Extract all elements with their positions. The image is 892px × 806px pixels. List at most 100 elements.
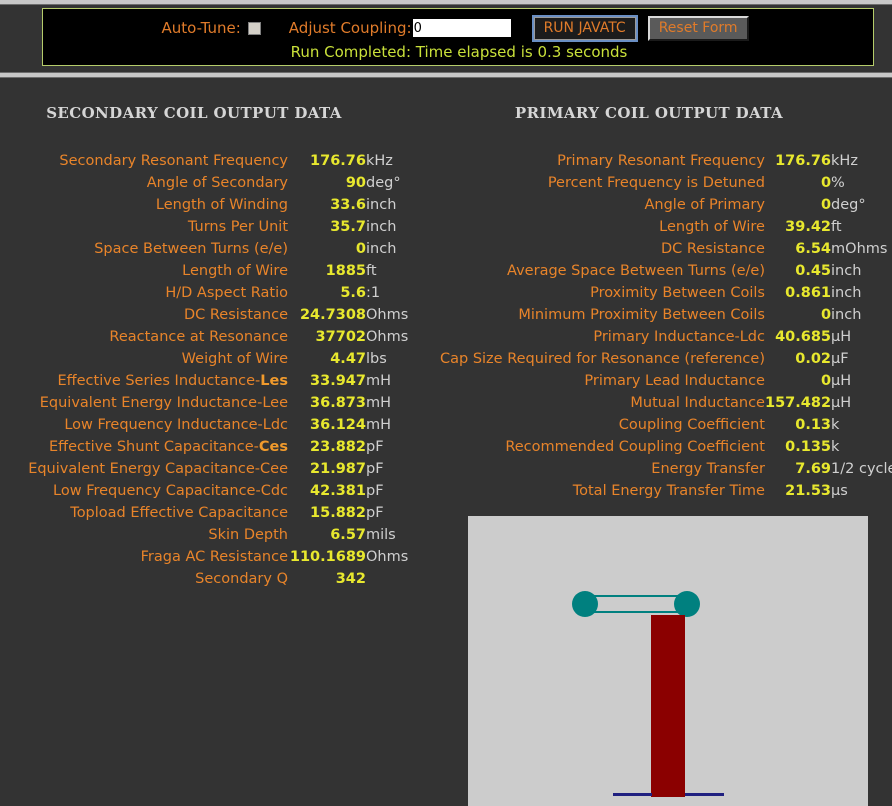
data-row: Length of Winding 33.6 inch bbox=[0, 194, 440, 216]
auto-tune-label: Auto-Tune: bbox=[161, 19, 241, 37]
row-unit: lbs bbox=[366, 351, 387, 367]
row-value: 0.13 bbox=[795, 417, 832, 433]
primary-section-title: PRIMARY COIL OUTPUT DATA bbox=[514, 104, 784, 122]
row-value: 0.45 bbox=[795, 263, 832, 279]
row-label: Topload Effective Capacitance bbox=[70, 505, 288, 521]
data-row: Turns Per Unit 35.7 inch bbox=[0, 216, 440, 238]
toolbar-controls-row: Auto-Tune: Adjust Coupling: RUN JAVATC R… bbox=[43, 14, 875, 42]
control-toolbar: Auto-Tune: Adjust Coupling: RUN JAVATC R… bbox=[42, 8, 874, 66]
row-unit: mOhms bbox=[831, 241, 888, 257]
run-javatc-button[interactable]: RUN JAVATC bbox=[531, 14, 638, 42]
row-label: Secondary Q bbox=[195, 571, 288, 587]
row-value: 176.76 bbox=[775, 153, 832, 169]
row-label: Total Energy Transfer Time bbox=[572, 483, 765, 499]
reset-form-button[interactable]: Reset Form bbox=[647, 15, 749, 41]
data-row: DC Resistance 6.54 mOhms bbox=[440, 238, 892, 260]
row-label: DC Resistance bbox=[660, 241, 765, 257]
row-value: 0 bbox=[355, 241, 366, 257]
data-row: Fraga AC Resistance 110.1689 Ohms bbox=[0, 546, 440, 568]
row-value: 42.381 bbox=[310, 483, 366, 499]
adjust-coupling-label: Adjust Coupling: bbox=[288, 19, 412, 37]
data-row: H/D Aspect Ratio 5.6:1 bbox=[0, 282, 440, 304]
row-label: Mutual Inductance bbox=[630, 395, 765, 411]
data-row: Primary Resonant Frequency 176.76 kHz bbox=[440, 150, 892, 172]
row-label: Length of Winding bbox=[155, 197, 288, 213]
row-unit: µH bbox=[831, 373, 852, 389]
data-row: Angle of Secondary 90 deg° bbox=[0, 172, 440, 194]
secondary-coil-shape bbox=[651, 615, 685, 797]
toolbar-status-row: Run Completed: Time elapsed is 0.3 secon… bbox=[43, 42, 875, 61]
secondary-data-table: Secondary Resonant Frequency 176.76 kHz Ang… bbox=[0, 150, 440, 590]
row-value: 33.6 bbox=[330, 197, 366, 213]
row-unit: pF bbox=[366, 439, 384, 455]
row-value: 35.7 bbox=[330, 219, 366, 235]
data-row: Low Frequency Capacitance-Cdc 42.381 pF bbox=[0, 480, 440, 502]
row-value: 6.54 bbox=[795, 241, 832, 257]
row-unit: 1/2 cycle bbox=[831, 461, 892, 477]
row-label: Effective Shunt Capacitance-Ces bbox=[48, 439, 288, 455]
topload-toroid-left-cap bbox=[572, 591, 598, 617]
data-row: Percent Frequency is Detuned 0% bbox=[440, 172, 892, 194]
row-unit: Ohms bbox=[366, 307, 409, 323]
row-value: 21.53 bbox=[785, 483, 832, 499]
data-row: DC Resistance 24.7308 Ohms bbox=[0, 304, 440, 326]
data-row: Space Between Turns (e/e) 0 inch bbox=[0, 238, 440, 260]
row-label: Minimum Proximity Between Coils bbox=[518, 307, 765, 323]
row-unit: µH bbox=[831, 329, 852, 345]
row-label: Length of Wire bbox=[659, 219, 765, 235]
row-unit: pF bbox=[366, 461, 384, 477]
row-label: Equivalent Energy Inductance-Lee bbox=[39, 395, 288, 411]
row-value: 33.947 bbox=[310, 373, 366, 389]
data-row: Skin Depth 6.57 mils bbox=[0, 524, 440, 546]
data-row: Proximity Between Coils 0.861 inch bbox=[440, 282, 892, 304]
data-row: Secondary Resonant Frequency 176.76 kHz bbox=[0, 150, 440, 172]
row-label: Equivalent Energy Capacitance-Cee bbox=[28, 461, 288, 477]
data-row: Equivalent Energy Inductance-Lee 36.873 mH bbox=[0, 392, 440, 414]
data-row: Length of Wire 1885 ft bbox=[0, 260, 440, 282]
row-unit: k bbox=[831, 439, 840, 455]
row-unit: Ohms bbox=[366, 549, 409, 565]
row-unit: µs bbox=[831, 483, 848, 499]
row-unit: :1 bbox=[366, 285, 381, 301]
row-value: 5.6 bbox=[340, 285, 366, 301]
row-unit: mils bbox=[366, 527, 396, 543]
row-value: 7.69 bbox=[795, 461, 832, 477]
row-unit: mH bbox=[366, 373, 392, 389]
row-unit: µH bbox=[831, 395, 852, 411]
row-unit: pF bbox=[366, 505, 384, 521]
data-row: Low Frequency Inductance-Ldc 36.124 mH bbox=[0, 414, 440, 436]
row-label: Turns Per Unit bbox=[187, 219, 288, 235]
row-value: 176.76 bbox=[310, 153, 366, 169]
row-value: 0 bbox=[820, 175, 832, 191]
row-value: 0 bbox=[820, 373, 832, 389]
row-label: Energy Transfer bbox=[651, 461, 765, 477]
data-row: Effective Shunt Capacitance-Ces 23.882 pF bbox=[0, 436, 440, 458]
row-label: Coupling Coefficient bbox=[618, 417, 765, 433]
window-top-rule bbox=[0, 0, 892, 5]
data-row: Average Space Between Turns (e/e) 0.45 inc… bbox=[440, 260, 892, 282]
data-row: Cap Size Required for Resonance (referen… bbox=[440, 348, 892, 370]
primary-coil-right-turn bbox=[685, 793, 724, 796]
row-label: Secondary Resonant Frequency bbox=[59, 153, 288, 169]
primary-coil-panel: PRIMARY COIL OUTPUT DATA Primary Resonan… bbox=[440, 104, 892, 502]
row-unit: Ohms bbox=[366, 329, 409, 345]
row-unit: mH bbox=[366, 417, 392, 433]
adjust-coupling-input[interactable] bbox=[411, 18, 512, 38]
row-unit: deg° bbox=[366, 175, 401, 191]
auto-tune-checkbox[interactable] bbox=[247, 21, 261, 35]
coil-geometry-diagram bbox=[468, 516, 868, 806]
row-value: 36.873 bbox=[310, 395, 366, 411]
row-value: 90 bbox=[345, 175, 366, 191]
row-label: Reactance at Resonance bbox=[109, 329, 288, 345]
row-value: 0 bbox=[820, 197, 832, 213]
row-value: 0 bbox=[820, 307, 832, 323]
row-value: 23.882 bbox=[310, 439, 366, 455]
row-label: Fraga AC Resistance bbox=[140, 549, 288, 565]
row-unit: inch bbox=[366, 219, 397, 235]
row-label: Weight of Wire bbox=[181, 351, 288, 367]
row-value: 4.47 bbox=[330, 351, 366, 367]
row-unit: k bbox=[831, 417, 840, 433]
row-value: 24.7308 bbox=[299, 307, 366, 323]
row-value: 157.482 bbox=[764, 395, 832, 411]
row-value: 39.42 bbox=[785, 219, 832, 235]
